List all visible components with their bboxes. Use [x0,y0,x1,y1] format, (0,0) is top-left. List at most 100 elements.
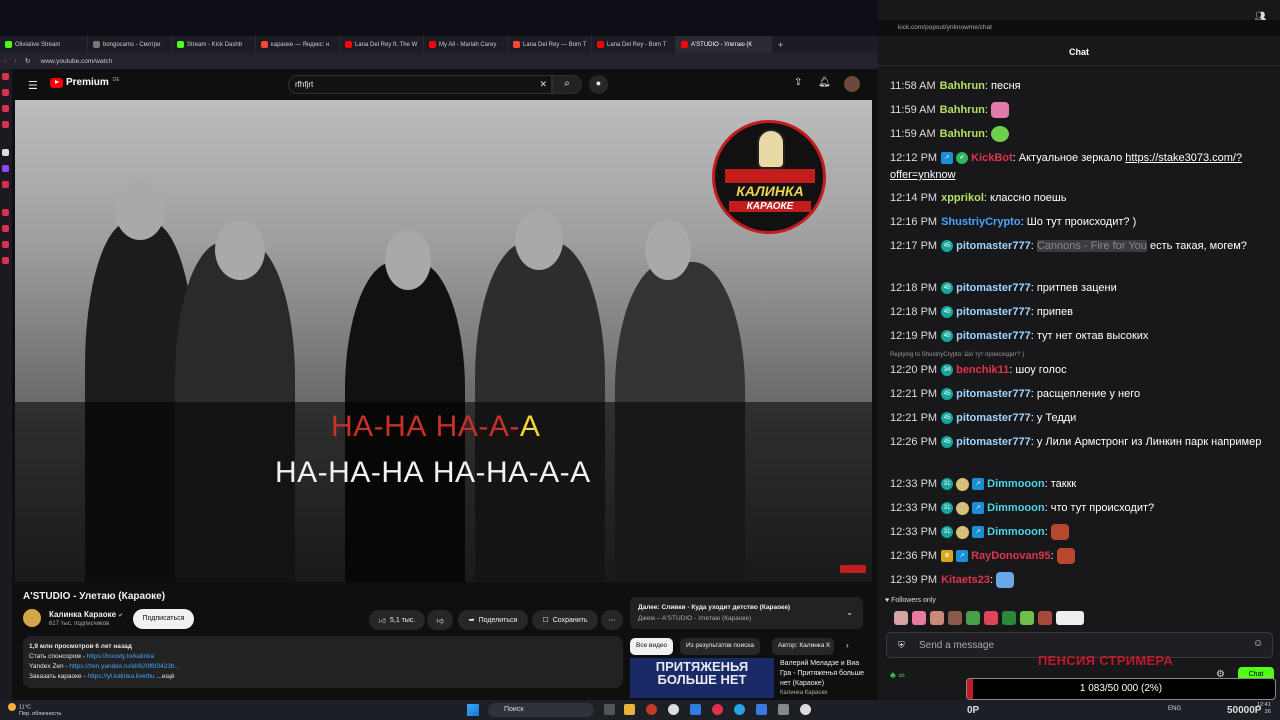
app-icon[interactable] [756,704,767,715]
up-next-panel[interactable]: Далее: Сливки - Куда уходит детство (Кар… [630,597,863,629]
reload-icon[interactable]: ↻ [25,57,31,65]
sidebar-app-icon[interactable] [2,73,9,80]
sidebar-app-icon[interactable] [2,149,9,156]
system-tray[interactable]: ENG [1168,706,1181,712]
chat-message: 11:59 AM Bahhrun: [890,126,1268,143]
tab-6[interactable]: Lana Del Rey — Born T [508,36,592,53]
crown-badge-icon: ♛ [941,550,954,563]
points-icon[interactable]: ♣ ∞ [890,670,905,680]
emote-icon[interactable] [948,611,962,625]
description-line: Заказать караоке - https://yt.kalinka.li… [29,673,175,680]
more-actions-icon[interactable]: ⋯ [601,610,623,630]
search-input[interactable]: rfhfjrt ✕ [288,75,552,94]
bot-badge-icon: ↗ [972,502,985,515]
start-menu-icon[interactable] [467,704,479,716]
opera-icon[interactable] [712,704,723,715]
sidebar-app-icon[interactable] [2,105,9,112]
sidebar-app-icon[interactable] [2,89,9,96]
file-explorer-icon[interactable] [624,704,635,715]
chat-message: 11:58 AM Bahhrun: песня [890,80,1021,92]
microphone-icon[interactable]: ● [589,75,608,94]
order-link[interactable]: https://yt.kalinka.live/bu [87,673,154,680]
emote-icon[interactable] [966,611,980,625]
verified-icon: ✔ [118,613,124,619]
sidebar-app-icon[interactable] [2,225,9,232]
hamburger-menu-icon[interactable]: ☰ [28,79,38,92]
channel-avatar[interactable] [23,609,41,627]
emote-icon[interactable] [1002,611,1016,625]
telegram-icon[interactable] [734,704,745,715]
app-icon[interactable] [778,704,789,715]
shield-icon[interactable]: ⛨ [898,640,905,651]
yandex-browser-icon[interactable] [668,704,679,715]
zen-link[interactable]: https://zen.yandex.ru/id/620f6f3423b... [69,663,180,670]
tab-5[interactable]: My All - Mariah Carey [424,36,508,53]
forward-icon[interactable]: › [14,58,16,65]
clear-search-icon[interactable]: ✕ [539,79,547,90]
chip-all-videos[interactable]: Все видео [630,638,674,655]
chat-message: 12:33 PM 31 ↗ Dimmooon: что тут происходит… [890,501,1155,515]
tab-3[interactable]: караоке — Яндекс: н [256,36,340,53]
sidebar-app-icon[interactable] [2,121,9,128]
tab-8-active[interactable]: A'STUDIO - Улетаю (К [676,36,772,53]
dislike-button[interactable]: 👎︎ [427,610,453,630]
tab-2[interactable]: Stream - Kick Dashb [172,36,256,53]
users-icon[interactable]: 👥︎ [1255,11,1266,22]
save-button[interactable]: ☐ Сохранить [532,610,598,630]
video-description[interactable]: 1,9 млн просмотров 6 лет назад Стать спо… [23,636,623,688]
show-more-link[interactable]: ...ещё [156,673,174,680]
windows-taskbar: 11°C Пер. облачность Поиск ENG 12:41 26 [0,700,1280,720]
emote-icon[interactable] [912,611,926,625]
chip-from-search[interactable]: Из результатов поиска [680,638,761,655]
followers-only-notice: ♥ Followers only [885,597,936,604]
sidebar-app-icon[interactable] [2,165,9,172]
notifications-bell-icon[interactable]: 🔔︎ [818,77,831,88]
taskbar-search[interactable]: Поиск [488,703,594,717]
url-field[interactable]: www.youtube.com/watch [41,58,113,65]
chevron-right-icon[interactable]: › [846,641,849,650]
chip-author[interactable]: Автор: Калинка К [772,638,834,655]
sidebar-app-icon[interactable] [2,181,9,188]
app-icon[interactable] [690,704,701,715]
like-button[interactable]: 👍︎ 5,1 тыс. [369,610,425,630]
obs-icon[interactable] [800,704,811,715]
back-icon[interactable]: ‹ [4,58,6,65]
tab-0[interactable]: OliviaIive Stream [0,36,88,53]
chat-message: 12:12 PM ↗ ✔ KickBot: Актуальное зеркало ht… [890,152,1243,181]
description-line: Стать спонсором - https://boosty.to/kali… [29,653,155,660]
new-tab-icon[interactable]: + [772,40,789,50]
recommended-title[interactable]: Валерий Меладзе и Виа Гра - Притяженья б… [780,659,866,689]
emote-icon[interactable] [1056,611,1084,625]
upload-icon[interactable]: ⇪ [794,77,802,88]
screen-top-area [0,0,878,36]
description-line: Yandex Zen - https://zen.yandex.ru/id/62… [29,663,180,670]
search-button[interactable]: ⌕ [552,75,582,94]
sidebar-app-icon[interactable] [2,257,9,264]
youtube-logo[interactable]: Premium DE [50,77,120,88]
tab-1[interactable]: bongocams - Смотри [88,36,172,53]
share-button[interactable]: ➦ Поделиться [458,610,528,630]
subscribe-watermark-icon[interactable] [840,565,866,573]
channel-name[interactable]: Калинка Караоке ✔ [49,610,123,619]
emote-icon[interactable] [1038,611,1052,625]
sponsor-link[interactable]: https://boosty.to/kalinka [87,653,154,660]
video-title: A'STUDIO - Улетаю (Караоке) [23,591,166,602]
emoji-picker-icon[interactable]: ☺ [1253,638,1263,649]
tab-7[interactable]: Lana Del Rey - Born T [592,36,676,53]
user-avatar[interactable] [844,76,860,92]
emote-icon[interactable] [930,611,944,625]
sidebar-app-icon[interactable] [2,241,9,248]
weather-widget[interactable]: 11°C Пер. облачность [8,703,61,718]
emote-icon[interactable] [984,611,998,625]
task-view-icon[interactable] [604,704,615,715]
app-icon[interactable] [646,704,657,715]
band-member-head [115,180,165,240]
subscribe-button[interactable]: Подписаться [133,609,194,629]
recommended-thumbnail[interactable]: ПРИТЯЖЕНЬЯ БОЛЬШЕ НЕТ [630,658,774,698]
emote-icon[interactable] [1020,611,1034,625]
video-player[interactable]: НА-НА НА-А-А НА-НА-НА НА-НА-А-А КАЛИНКА … [15,100,872,582]
tab-4[interactable]: Lana Del Rey ft. The W [340,36,424,53]
emote-icon[interactable] [894,611,908,625]
sidebar-app-icon[interactable] [2,209,9,216]
chevron-down-icon[interactable]: ⌄ [846,607,853,618]
